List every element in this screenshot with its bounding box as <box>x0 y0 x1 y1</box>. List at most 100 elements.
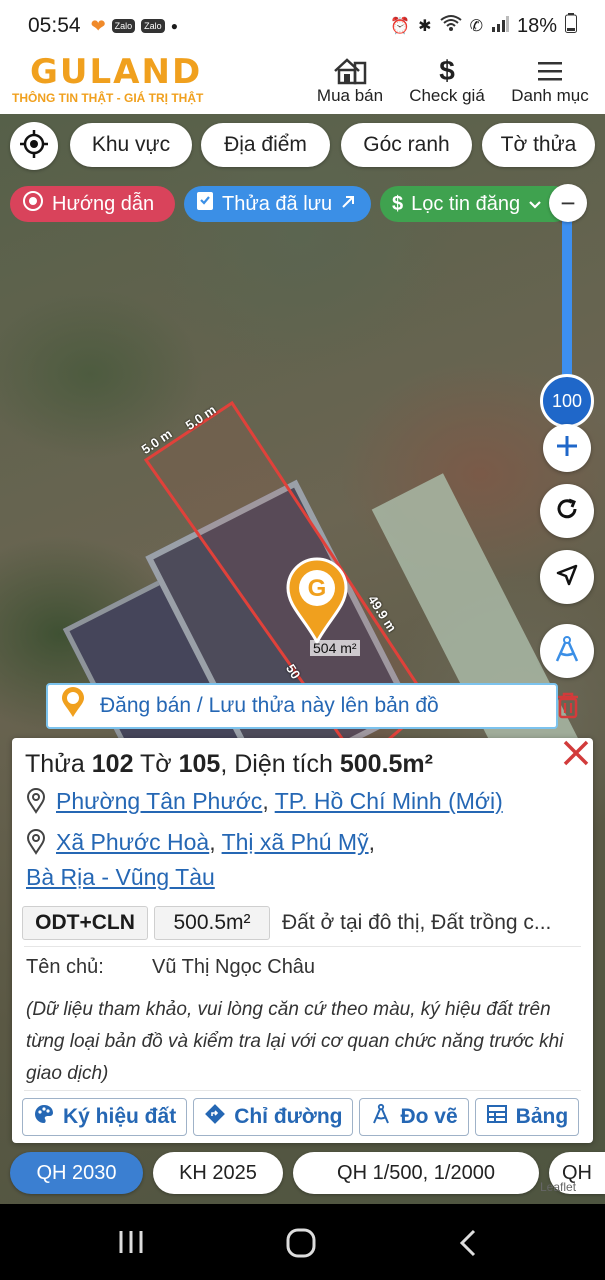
land-use-row: ODT+CLN 500.5m² Đất ở tại đô thị, Đất tr… <box>22 906 551 940</box>
app-header: GULAND THÔNG TIN THẬT - GIÁ TRỊ THẬT Mua… <box>0 52 605 114</box>
land-area-badge: 500.5m² <box>154 906 270 940</box>
area-label: , Diện tích <box>220 750 333 778</box>
zoom-level-indicator[interactable]: 100 <box>540 374 594 428</box>
notification-icons: ❤ Zalo Zalo ● <box>91 16 178 37</box>
disclaimer-text: (Dữ liệu tham khảo, vui lòng căn cứ theo… <box>26 999 564 1084</box>
minus-icon: − <box>560 187 576 218</box>
location-pin-icon <box>26 829 48 856</box>
parcel-area-label: 504 m² <box>310 640 360 656</box>
battery-icon <box>565 13 577 39</box>
owner-name: Vũ Thị Ngọc Châu <box>152 956 316 978</box>
dollar-icon: $ <box>439 55 455 86</box>
crosshair-icon <box>19 129 49 164</box>
listing-filter-button[interactable]: $ Lọc tin đăng <box>380 186 572 222</box>
nav-label: Danh mục <box>511 86 589 105</box>
parcel-label: Thửa <box>25 750 85 778</box>
home-icon[interactable] <box>284 1226 318 1265</box>
bookmark-icon <box>196 191 214 217</box>
locate-me-button[interactable] <box>10 122 58 170</box>
parcel-marker[interactable]: G <box>284 556 350 646</box>
trash-icon <box>556 691 580 724</box>
parcel-area: 500.5m² <box>339 750 433 778</box>
brand-name: GULAND <box>30 52 203 92</box>
measure-button[interactable] <box>540 624 594 678</box>
guland-logo[interactable]: GULAND THÔNG TIN THẬT - GIÁ TRỊ THẬT <box>12 54 227 105</box>
province-link[interactable]: Bà Rịa - Vũng Tàu <box>26 864 215 891</box>
address-new: Phường Tân Phước, TP. Hồ Chí Minh (Mới) <box>26 788 503 815</box>
brand-slogan: THÔNG TIN THẬT - GIÁ TRỊ THẬT <box>12 91 204 105</box>
measure-draw-button[interactable]: Đo vẽ <box>359 1098 469 1136</box>
call-icon: ✆ <box>469 18 483 35</box>
land-symbol-button[interactable]: Ký hiệu đất <box>22 1098 188 1136</box>
status-bar: 05:54 ❤ Zalo Zalo ● ⏰ ✱ ✆ 18% <box>0 0 605 52</box>
directions-icon <box>204 1103 226 1131</box>
close-icon <box>562 737 590 776</box>
city-link[interactable]: TP. Hồ Chí Minh (Mới) <box>275 788 503 814</box>
ward-link[interactable]: Phường Tân Phước <box>56 788 262 814</box>
nav-check-price[interactable]: $ Check giá <box>404 55 490 106</box>
post-listing-label: Đăng bán / Lưu thửa này lên bản đồ <box>100 694 439 717</box>
status-icons: ⏰ ✱ ✆ 18% <box>390 13 577 39</box>
table-icon <box>486 1104 508 1130</box>
address-old: Xã Phước Hoà, Thị xã Phú Mỹ, <box>26 829 375 856</box>
system-nav-bar <box>0 1204 605 1280</box>
recents-icon[interactable] <box>116 1228 146 1261</box>
alarm-icon: ⏰ <box>390 18 411 35</box>
guland-pin-icon <box>60 687 86 725</box>
refresh-button[interactable] <box>540 484 594 538</box>
action-label: Bảng <box>515 1105 569 1128</box>
comma: , <box>368 829 375 855</box>
saved-parcels-button[interactable]: Thửa đã lưu <box>184 186 371 222</box>
chip-parcel-sheet[interactable]: Tờ thửa <box>482 123 595 167</box>
delete-button[interactable] <box>548 687 588 727</box>
sheet-label: Tờ <box>140 750 172 778</box>
menu-icon <box>506 56 594 86</box>
plan-qh-1-500[interactable]: QH 1/500, 1/2000 <box>293 1152 539 1194</box>
owner-row: Tên chủ: Vũ Thị Ngọc Châu <box>26 956 315 979</box>
map-pin-icon: G <box>286 557 348 646</box>
refresh-icon <box>554 496 580 527</box>
saved-label: Thửa đã lưu <box>222 192 333 215</box>
back-icon[interactable] <box>456 1228 480 1263</box>
zoom-out-button[interactable]: − <box>549 184 587 222</box>
nav-buy-sell[interactable]: Mua bán <box>313 56 387 106</box>
directions-button[interactable]: Chỉ đường <box>193 1098 354 1136</box>
guide-label: Hướng dẫn <box>52 192 155 215</box>
land-use-description: Đất ở tại đô thị, Đất trồng c... <box>282 911 552 934</box>
divider <box>24 1090 581 1091</box>
zoom-in-button[interactable] <box>543 424 591 472</box>
action-label: Đo vẽ <box>400 1105 458 1128</box>
palette-icon <box>33 1103 55 1131</box>
commune-link[interactable]: Xã Phước Hoà <box>56 829 209 855</box>
nav-categories[interactable]: Danh mục <box>506 56 594 106</box>
compass-measure-icon <box>370 1103 392 1131</box>
navigate-button[interactable] <box>540 550 594 604</box>
zalo-icon: Zalo <box>111 19 136 33</box>
card-actions: Ký hiệu đất Chỉ đường Đo vẽ Bảng <box>22 1098 580 1136</box>
parcel-title: Thửa 102 Tờ 105, Diện tích 500.5m² <box>25 750 433 779</box>
house-icon <box>313 56 387 86</box>
dollar-icon: $ <box>392 192 404 215</box>
listing-filter-label: Lọc tin đăng <box>411 192 521 215</box>
town-link[interactable]: Thị xã Phú Mỹ <box>222 829 369 855</box>
heart-icon: ❤ <box>90 15 106 36</box>
parcel-info-card: Thửa 102 Tờ 105, Diện tích 500.5m² Phườn… <box>12 738 593 1143</box>
guide-button[interactable]: Hướng dẫn <box>10 186 175 222</box>
dot-icon: ● <box>170 19 178 33</box>
target-icon <box>22 190 44 218</box>
chip-region[interactable]: Khu vực <box>70 123 192 167</box>
action-label: Ký hiệu đất <box>63 1105 177 1128</box>
chip-location[interactable]: Địa điểm <box>201 123 330 167</box>
zalo-icon: Zalo <box>141 19 165 33</box>
close-button[interactable] <box>560 740 592 772</box>
external-link-icon <box>340 193 356 216</box>
plan-kh-2025[interactable]: KH 2025 <box>153 1152 283 1194</box>
status-time: 05:54 <box>28 14 81 37</box>
table-button[interactable]: Bảng <box>474 1098 580 1136</box>
post-listing-banner[interactable]: Đăng bán / Lưu thửa này lên bản đồ <box>46 683 558 729</box>
map-attribution[interactable]: Leaflet <box>540 1180 576 1194</box>
plan-qh-2030[interactable]: QH 2030 <box>10 1152 143 1194</box>
battery-text: 18% <box>516 14 557 37</box>
chip-corner[interactable]: Góc ranh <box>341 123 472 167</box>
zoom-slider[interactable] <box>562 200 572 390</box>
